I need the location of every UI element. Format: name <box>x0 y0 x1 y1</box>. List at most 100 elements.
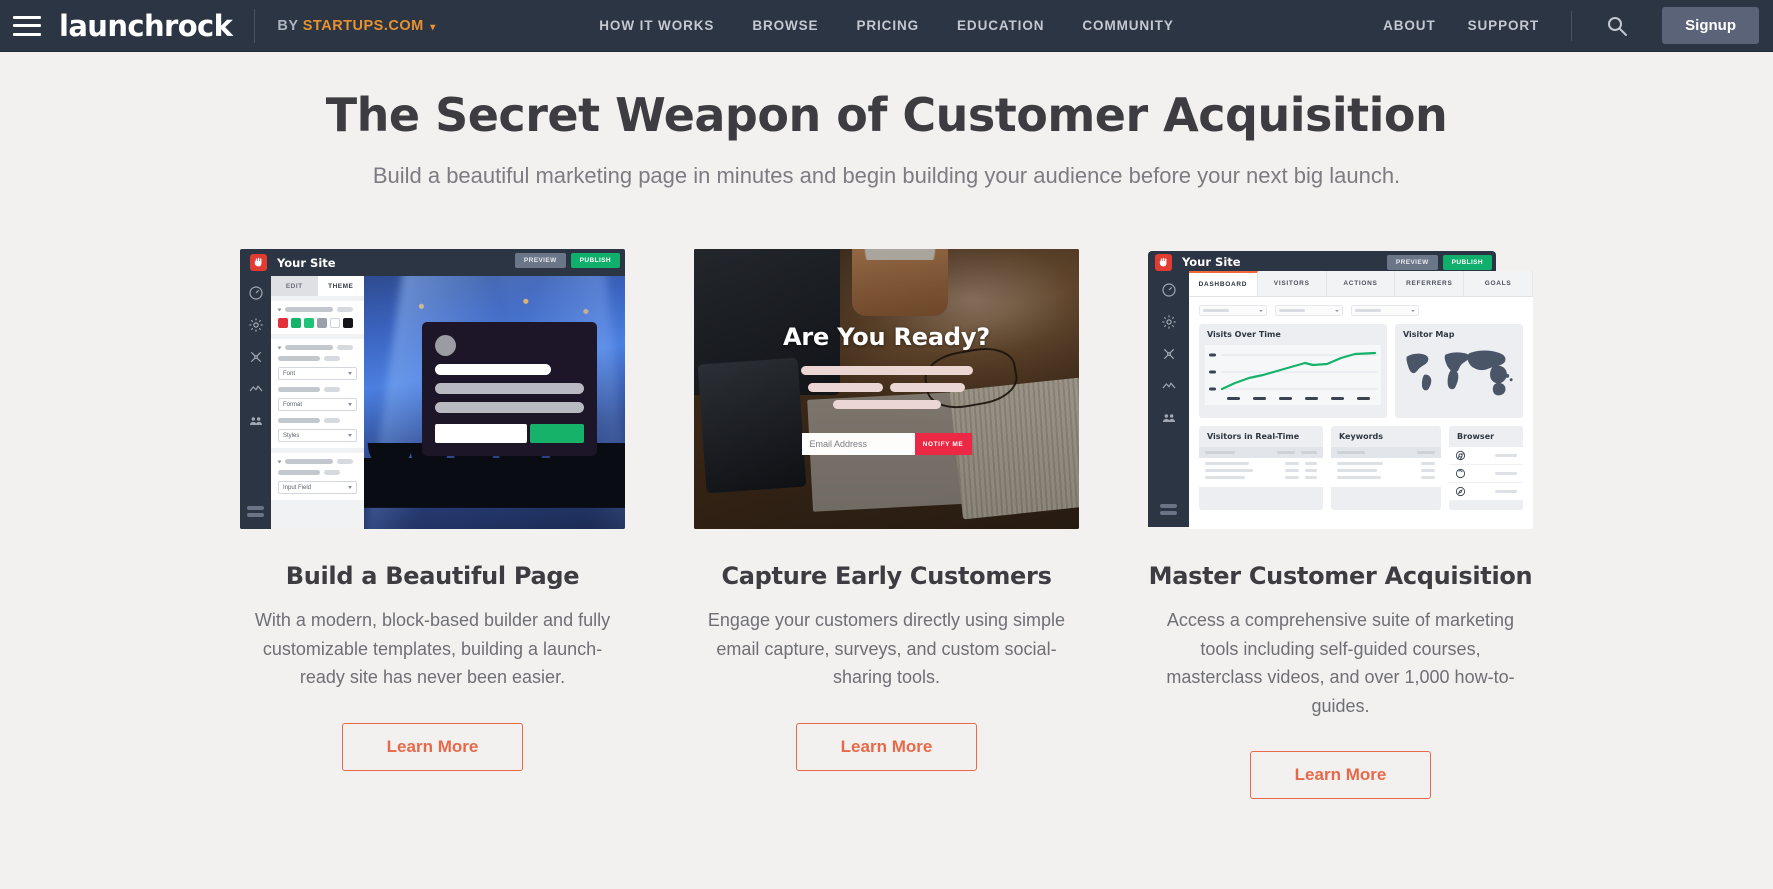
browser-row <box>1449 465 1523 484</box>
mock-filter-select[interactable] <box>1351 305 1419 317</box>
mock-preview-button[interactable]: PREVIEW <box>514 253 566 269</box>
editor-mockup-image: Your Site PREVIEW PUBLISH EDIT THEME Fon… <box>240 249 625 530</box>
tools-icon[interactable] <box>248 349 264 365</box>
header-divider <box>254 8 256 43</box>
mock-editor-panel: EDIT THEME Font Format Styles Input Fiel… <box>271 276 364 530</box>
mock-inputs-section: Input Field <box>271 453 364 501</box>
mock-hero-block[interactable] <box>422 322 597 457</box>
feature-card: Are You Ready? Email Address NOTIFY ME C… <box>694 249 1079 799</box>
analytics-icon[interactable] <box>1161 378 1177 394</box>
mock-preview-button[interactable]: PREVIEW <box>1386 255 1438 271</box>
logo-text: launchrock <box>59 8 233 43</box>
nav-item-about[interactable]: ABOUT <box>1383 18 1436 33</box>
mock-dashboard-content: Visits Over Time Visitor Map Visitors in… <box>1189 297 1533 530</box>
mock-input-field-select[interactable]: Input Field <box>278 481 357 495</box>
mock-editor-canvas <box>364 276 625 530</box>
gear-icon[interactable] <box>1161 314 1177 330</box>
mock-sidebar-footer <box>247 506 264 520</box>
chevron-down-icon[interactable]: ▾ <box>430 22 436 33</box>
mock-dashboard-sidebar <box>1148 273 1189 528</box>
mock-dashboard-titlebar: Your Site PREVIEW PUBLISH <box>1148 251 1496 273</box>
nav-item-pricing[interactable]: PRICING <box>856 18 919 33</box>
mock-panel-keywords: Keywords <box>1331 426 1441 511</box>
mock-tab-referrers[interactable]: REFERRERS <box>1395 271 1465 297</box>
mock-colors-section <box>271 301 364 335</box>
search-icon[interactable] <box>1604 13 1630 39</box>
mock-sidebar-footer <box>1160 504 1177 518</box>
nav-item-community[interactable]: COMMUNITY <box>1082 18 1173 33</box>
collapse-icon[interactable] <box>277 308 282 312</box>
card-title: Master Customer Acquisition <box>1148 562 1533 591</box>
mock-tab-goals[interactable]: GOALS <box>1464 271 1533 297</box>
speedometer-icon[interactable] <box>1161 282 1177 298</box>
visits-line-chart <box>1205 345 1381 406</box>
mock-tab-visitors[interactable]: VISITORS <box>1258 271 1327 297</box>
mock-site-title: Your Site <box>1182 255 1241 270</box>
nav-item-how-it-works[interactable]: HOW IT WORKS <box>599 18 714 33</box>
card-title: Build a Beautiful Page <box>285 562 580 591</box>
byline-brand: STARTUPS.COM <box>302 17 424 34</box>
mock-tab-theme[interactable]: THEME <box>317 276 364 297</box>
card-body: Access a comprehensive suite of marketin… <box>1166 610 1515 716</box>
startups-byline[interactable]: BY STARTUPS.COM ▾ <box>277 18 435 34</box>
mock-font-select[interactable]: Font <box>278 367 357 381</box>
safari-icon <box>1455 487 1466 497</box>
mock-publish-button[interactable]: PUBLISH <box>1442 255 1492 271</box>
color-swatches[interactable] <box>278 318 357 329</box>
chrome-icon <box>1455 451 1466 461</box>
people-icon[interactable] <box>1161 410 1177 426</box>
nav-item-education[interactable]: EDUCATION <box>957 18 1044 33</box>
feature-cards: Your Site PREVIEW PUBLISH EDIT THEME Fon… <box>0 249 1773 800</box>
secondary-nav: ABOUT SUPPORT Signup <box>1383 7 1773 44</box>
collapse-icon[interactable] <box>277 460 282 464</box>
rock-hand-logo-icon <box>250 254 267 272</box>
mock-format-select[interactable]: Format <box>278 398 357 412</box>
byline-by: BY <box>277 17 299 34</box>
mock-email-form: Email Address NOTIFY ME <box>801 433 972 456</box>
signup-button[interactable]: Signup <box>1662 7 1759 44</box>
nav-divider <box>1571 10 1573 41</box>
card-body: With a modern, block-based builder and f… <box>254 610 611 688</box>
site-header: launchrock BY STARTUPS.COM ▾ HOW IT WORK… <box>0 0 1773 52</box>
mock-filter-select[interactable] <box>1199 305 1267 317</box>
dashboard-mockup-image: Your Site PREVIEW PUBLISH DASHBOARD VISI… <box>1148 249 1533 530</box>
brand[interactable]: launchrock <box>55 0 233 51</box>
speedometer-icon[interactable] <box>248 285 264 301</box>
mock-publish-button[interactable]: PUBLISH <box>570 253 620 269</box>
card-title: Capture Early Customers <box>721 562 1052 591</box>
panel-title: Visitor Map <box>1403 330 1455 340</box>
learn-more-button[interactable]: Learn More <box>1249 751 1432 800</box>
people-icon[interactable] <box>248 413 264 429</box>
mock-filter-select[interactable] <box>1275 305 1343 317</box>
mock-editor-titlebar: Your Site PREVIEW PUBLISH <box>240 249 625 276</box>
mock-tab-dashboard[interactable]: DASHBOARD <box>1189 271 1258 297</box>
mock-panel-realtime: Visitors in Real-Time <box>1199 426 1323 511</box>
mock-panel-visits-over-time: Visits Over Time <box>1199 324 1387 419</box>
mock-email-input[interactable]: Email Address <box>801 433 915 456</box>
collapse-icon[interactable] <box>277 346 282 350</box>
launchrock-logo[interactable]: launchrock <box>59 8 233 43</box>
mock-editor-sidebar <box>240 276 271 530</box>
nav-item-browse[interactable]: BROWSE <box>752 18 818 33</box>
learn-more-button[interactable]: Learn More <box>341 722 524 771</box>
hero-subtitle: Build a beautiful marketing page in minu… <box>372 163 1401 189</box>
mock-tab-actions[interactable]: ACTIONS <box>1327 271 1396 297</box>
panel-title: Keywords <box>1339 432 1384 442</box>
feature-card: Your Site PREVIEW PUBLISH DASHBOARD VISI… <box>1148 249 1533 800</box>
mock-typography-section: Font Format Styles <box>271 339 364 449</box>
feature-card: Your Site PREVIEW PUBLISH EDIT THEME Fon… <box>240 249 625 799</box>
card-body: Engage your customers directly using sim… <box>707 610 1066 688</box>
mock-capture-headline: Are You Ready? <box>782 323 991 352</box>
mock-notify-me-button[interactable]: NOTIFY ME <box>914 433 972 456</box>
gear-icon[interactable] <box>248 317 264 333</box>
hamburger-menu-icon[interactable] <box>13 15 41 36</box>
learn-more-button[interactable]: Learn More <box>795 722 978 771</box>
capture-mockup-image: Are You Ready? Email Address NOTIFY ME <box>694 249 1079 530</box>
tools-icon[interactable] <box>1161 346 1177 362</box>
analytics-icon[interactable] <box>248 381 264 397</box>
browser-row <box>1449 447 1523 466</box>
mock-dashboard-tabs: DASHBOARD VISITORS ACTIONS REFERRERS GOA… <box>1189 271 1533 298</box>
mock-styles-select[interactable]: Styles <box>278 429 357 443</box>
nav-item-support[interactable]: SUPPORT <box>1468 18 1540 33</box>
mock-tab-edit[interactable]: EDIT <box>271 276 318 297</box>
